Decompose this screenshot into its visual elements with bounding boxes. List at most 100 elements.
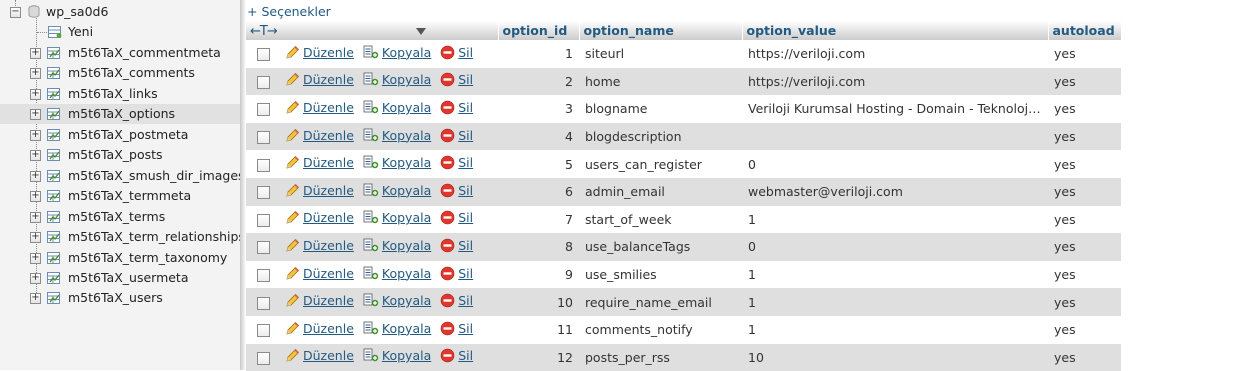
expand-icon[interactable]: +	[30, 191, 41, 203]
cell-option-name[interactable]: posts_per_rss	[579, 343, 742, 371]
cell-option-value[interactable]: 1	[742, 260, 1048, 289]
tree-table-row[interactable]: + m5t6TaX_commentmeta	[0, 43, 240, 63]
cell-option-name[interactable]: users_can_register	[579, 150, 742, 178]
edit-button[interactable]: Düzenle	[285, 128, 354, 143]
table-name-link[interactable]: m5t6TaX_usermeta	[68, 268, 189, 288]
cell-option-value[interactable]: 1	[742, 315, 1048, 344]
tree-table-row[interactable]: + m5t6TaX_term_relationships	[0, 227, 240, 247]
cell-autoload[interactable]: yes	[1048, 343, 1121, 371]
row-checkbox[interactable]	[257, 269, 270, 283]
cell-option-id[interactable]: 5	[498, 150, 579, 178]
edit-button[interactable]: Düzenle	[285, 210, 354, 225]
tree-table-row[interactable]: + m5t6TaX_comments	[0, 63, 240, 83]
expand-icon[interactable]: +	[30, 293, 41, 305]
table-name-link[interactable]: m5t6TaX_terms	[68, 207, 165, 227]
edit-button[interactable]: Düzenle	[285, 100, 354, 115]
cell-option-value[interactable]: 0	[742, 233, 1048, 261]
row-checkbox[interactable]	[257, 186, 270, 200]
expand-icon[interactable]: +	[30, 272, 41, 284]
expand-icon[interactable]: +	[30, 129, 41, 141]
cell-option-value[interactable]: https://veriloji.com	[742, 40, 1048, 68]
expand-icon[interactable]: +	[30, 232, 41, 244]
table-name-link[interactable]: m5t6TaX_options	[68, 104, 175, 124]
expand-icon[interactable]: +	[30, 88, 41, 100]
expand-icon[interactable]: +	[30, 170, 41, 182]
copy-button[interactable]: Kopyala	[363, 45, 431, 60]
edit-button[interactable]: Düzenle	[285, 348, 354, 363]
cell-option-name[interactable]: start_of_week	[579, 205, 742, 234]
row-checkbox[interactable]	[257, 158, 270, 172]
cell-option-name[interactable]: blogname	[579, 95, 742, 123]
delete-button[interactable]: Sil	[440, 72, 473, 87]
tree-table-row[interactable]: + m5t6TaX_terms	[0, 207, 240, 227]
table-name-link[interactable]: m5t6TaX_term_relationships	[68, 227, 240, 247]
column-header-option-id[interactable]: option_id	[498, 21, 580, 40]
cell-autoload[interactable]: yes	[1048, 67, 1121, 96]
edit-button[interactable]: Düzenle	[285, 238, 354, 253]
table-name-link[interactable]: m5t6TaX_smush_dir_images	[68, 166, 240, 186]
expand-icon[interactable]: +	[30, 252, 41, 264]
copy-button[interactable]: Kopyala	[363, 266, 431, 281]
row-checkbox[interactable]	[257, 75, 270, 89]
cell-option-name[interactable]: use_smilies	[579, 260, 742, 289]
tree-table-row[interactable]: + m5t6TaX_posts	[0, 145, 240, 165]
cell-option-name[interactable]: blogdescription	[579, 122, 742, 151]
cell-option-id[interactable]: 8	[498, 233, 579, 261]
delete-button[interactable]: Sil	[440, 238, 473, 253]
cell-autoload[interactable]: yes	[1048, 95, 1121, 123]
copy-button[interactable]: Kopyala	[363, 128, 431, 143]
copy-button[interactable]: Kopyala	[363, 238, 431, 253]
cell-autoload[interactable]: yes	[1048, 233, 1121, 261]
cell-option-id[interactable]: 9	[498, 260, 579, 289]
cell-option-value[interactable]: 1	[742, 288, 1048, 316]
column-header-option-value[interactable]: option_value	[742, 21, 1049, 40]
column-header-autoload[interactable]: autoload	[1048, 21, 1122, 40]
delete-button[interactable]: Sil	[440, 100, 473, 115]
tree-table-row[interactable]: + m5t6TaX_term_taxonomy	[0, 248, 240, 268]
table-name-link[interactable]: m5t6TaX_links	[68, 84, 158, 104]
cell-autoload[interactable]: yes	[1048, 205, 1121, 234]
cell-option-id[interactable]: 3	[498, 95, 579, 123]
sort-dropdown-icon[interactable]	[416, 27, 427, 35]
copy-button[interactable]: Kopyala	[363, 321, 431, 336]
edit-button[interactable]: Düzenle	[285, 45, 354, 60]
cell-option-id[interactable]: 6	[498, 177, 579, 206]
options-link[interactable]: + Seçenekler	[247, 4, 331, 19]
cell-option-value[interactable]: 0	[742, 150, 1048, 178]
cell-option-name[interactable]: use_balanceTags	[579, 233, 742, 261]
expand-icon[interactable]: +	[30, 68, 41, 80]
cell-option-id[interactable]: 10	[498, 288, 579, 316]
tree-table-row[interactable]: + m5t6TaX_smush_dir_images	[0, 166, 240, 186]
tree-table-row[interactable]: + m5t6TaX_links	[0, 84, 240, 104]
cell-option-name[interactable]: siteurl	[579, 40, 742, 68]
cell-option-id[interactable]: 4	[498, 122, 579, 151]
copy-button[interactable]: Kopyala	[363, 183, 431, 198]
row-checkbox[interactable]	[257, 351, 270, 365]
cell-option-value[interactable]	[742, 122, 1048, 151]
tree-table-row[interactable]: + m5t6TaX_options	[0, 104, 240, 125]
cell-autoload[interactable]: yes	[1048, 177, 1121, 206]
edit-button[interactable]: Düzenle	[285, 293, 354, 308]
column-arrows[interactable]: ←T→	[250, 24, 278, 39]
cell-option-value[interactable]: https://veriloji.com	[742, 67, 1048, 96]
row-checkbox[interactable]	[257, 48, 270, 62]
cell-option-name[interactable]: require_name_email	[579, 288, 742, 316]
row-checkbox[interactable]	[257, 241, 270, 255]
copy-button[interactable]: Kopyala	[363, 348, 431, 363]
cell-autoload[interactable]: yes	[1048, 150, 1121, 178]
cell-autoload[interactable]: yes	[1048, 260, 1121, 289]
cell-option-value[interactable]: Veriloji Kurumsal Hosting - Domain - Tek…	[742, 95, 1048, 123]
expand-icon[interactable]: +	[30, 150, 41, 162]
cell-option-id[interactable]: 1	[498, 40, 579, 68]
edit-button[interactable]: Düzenle	[285, 183, 354, 198]
cell-option-name[interactable]: home	[579, 67, 742, 96]
edit-button[interactable]: Düzenle	[285, 266, 354, 281]
new-table-link[interactable]: Yeni	[68, 22, 93, 42]
cell-option-name[interactable]: comments_notify	[579, 315, 742, 344]
edit-button[interactable]: Düzenle	[285, 155, 354, 170]
table-name-link[interactable]: m5t6TaX_termmeta	[68, 186, 191, 206]
table-name-link[interactable]: m5t6TaX_postmeta	[68, 125, 188, 145]
copy-button[interactable]: Kopyala	[363, 293, 431, 308]
delete-button[interactable]: Sil	[440, 210, 473, 225]
expand-icon[interactable]: +	[30, 109, 41, 121]
